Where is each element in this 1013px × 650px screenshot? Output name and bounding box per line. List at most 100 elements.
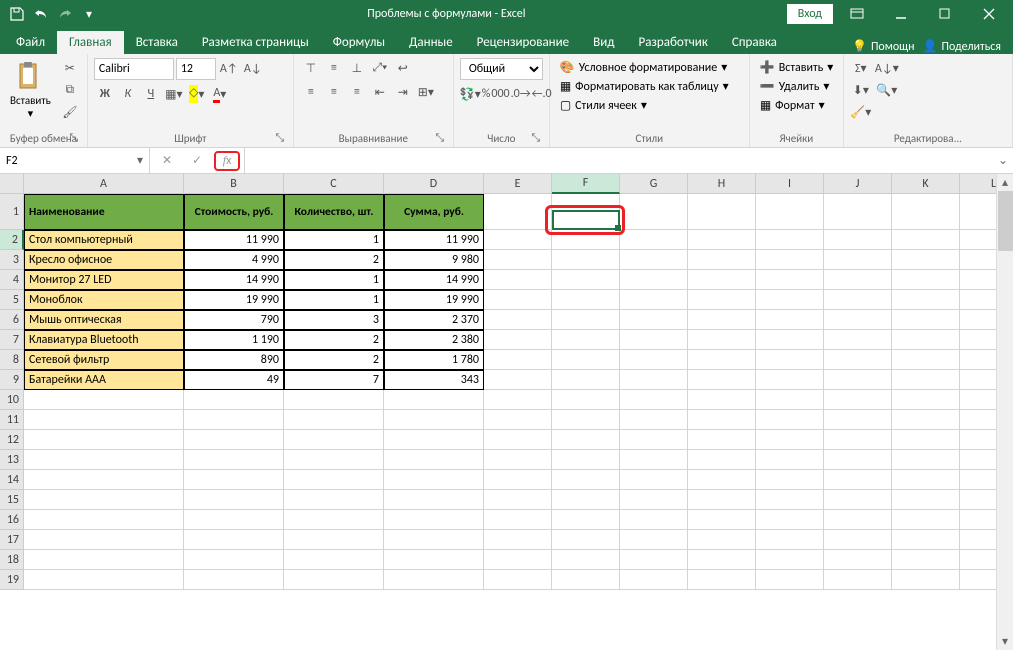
table-cell[interactable]: Сетевой фильтр	[24, 350, 184, 370]
cell[interactable]	[620, 390, 688, 410]
table-cell[interactable]: 3	[284, 310, 384, 330]
table-cell[interactable]: 343	[384, 370, 484, 390]
cell[interactable]	[184, 390, 284, 410]
scroll-up-icon[interactable]: ▴	[997, 174, 1013, 191]
cell[interactable]	[620, 430, 688, 450]
cell[interactable]	[756, 290, 824, 310]
maximize-icon[interactable]	[925, 0, 965, 28]
enter-icon[interactable]: ✓	[184, 151, 210, 171]
cell[interactable]	[24, 430, 184, 450]
cell[interactable]	[24, 510, 184, 530]
insert-cells[interactable]: ➕Вставить▾	[756, 58, 838, 77]
format-cells[interactable]: ▦Формат▾	[756, 96, 838, 115]
cell[interactable]	[892, 270, 960, 290]
cell[interactable]	[824, 370, 892, 390]
cell[interactable]	[184, 510, 284, 530]
cell[interactable]	[824, 390, 892, 410]
decrease-font-icon[interactable]: A↓	[242, 59, 264, 79]
italic-button[interactable]: К	[117, 84, 139, 104]
cell[interactable]	[824, 570, 892, 590]
cell[interactable]	[384, 570, 484, 590]
cell[interactable]	[824, 330, 892, 350]
table-cell[interactable]: Стол компьютерный	[24, 230, 184, 250]
table-cell[interactable]: 2	[284, 350, 384, 370]
col-header[interactable]: K	[892, 174, 960, 194]
qat-customize-icon[interactable]: ▾	[78, 3, 100, 25]
row-header[interactable]: 16	[0, 510, 24, 530]
cell[interactable]	[284, 490, 384, 510]
login-button[interactable]: Вход	[787, 4, 833, 24]
increase-font-icon[interactable]: A↑	[218, 59, 240, 79]
ribbon-display-icon[interactable]	[837, 0, 877, 28]
cell[interactable]	[756, 490, 824, 510]
close-icon[interactable]	[969, 0, 1009, 28]
cell[interactable]	[384, 510, 484, 530]
cell[interactable]	[384, 390, 484, 410]
row-header[interactable]: 17	[0, 530, 24, 550]
cell[interactable]	[756, 390, 824, 410]
cell[interactable]	[484, 290, 552, 310]
table-cell[interactable]: 49	[184, 370, 284, 390]
cell[interactable]	[384, 550, 484, 570]
cell[interactable]	[552, 450, 620, 470]
table-cell[interactable]: 11 990	[184, 230, 284, 250]
name-box[interactable]: F2▾	[0, 148, 150, 173]
cell[interactable]	[24, 550, 184, 570]
tab-разработчик[interactable]: Разработчик	[626, 31, 719, 54]
cell[interactable]	[688, 330, 756, 350]
align-middle-icon[interactable]: ≡	[323, 58, 345, 78]
cell[interactable]	[892, 310, 960, 330]
cell[interactable]	[484, 570, 552, 590]
cell[interactable]	[620, 310, 688, 330]
cell[interactable]	[620, 470, 688, 490]
cell[interactable]	[756, 430, 824, 450]
cell[interactable]	[620, 570, 688, 590]
clear-icon[interactable]: 🧹▾	[850, 102, 872, 122]
cell[interactable]	[484, 550, 552, 570]
delete-cells[interactable]: ➖Удалить▾	[756, 77, 838, 96]
cell[interactable]	[552, 570, 620, 590]
cell[interactable]	[688, 470, 756, 490]
cell[interactable]	[384, 530, 484, 550]
table-cell[interactable]: 1 780	[384, 350, 484, 370]
table-cell[interactable]: 890	[184, 350, 284, 370]
font-color-icon[interactable]: A▾	[209, 84, 231, 104]
row-header[interactable]: 10	[0, 390, 24, 410]
cell[interactable]	[824, 230, 892, 250]
tab-справка[interactable]: Справка	[720, 31, 789, 54]
table-cell[interactable]: Монитор 27 LED	[24, 270, 184, 290]
cell[interactable]	[484, 350, 552, 370]
cell[interactable]	[184, 470, 284, 490]
tab-рецензирование[interactable]: Рецензирование	[465, 31, 581, 54]
minimize-icon[interactable]	[881, 0, 921, 28]
cell[interactable]	[484, 470, 552, 490]
cell[interactable]	[688, 490, 756, 510]
cell[interactable]	[24, 570, 184, 590]
borders-icon[interactable]: ▦▾	[163, 84, 185, 104]
tab-разметка страницы[interactable]: Разметка страницы	[190, 31, 321, 54]
cell[interactable]	[620, 450, 688, 470]
cell[interactable]	[688, 430, 756, 450]
table-header[interactable]: Наименование	[24, 194, 184, 230]
row-header[interactable]: 8	[0, 350, 24, 370]
align-left-icon[interactable]: ≡	[300, 82, 322, 102]
cell[interactable]	[384, 410, 484, 430]
row-header[interactable]: 12	[0, 430, 24, 450]
decrease-indent-icon[interactable]: ⇤	[369, 82, 391, 102]
cell[interactable]	[484, 430, 552, 450]
table-cell[interactable]: Моноблок	[24, 290, 184, 310]
cell[interactable]	[184, 450, 284, 470]
table-cell[interactable]: 19 990	[384, 290, 484, 310]
row-header[interactable]: 4	[0, 270, 24, 290]
cell[interactable]	[892, 450, 960, 470]
row-header[interactable]: 14	[0, 470, 24, 490]
table-cell[interactable]: 7	[284, 370, 384, 390]
cell[interactable]	[484, 250, 552, 270]
cell[interactable]	[892, 510, 960, 530]
col-header[interactable]: B	[184, 174, 284, 194]
table-cell[interactable]: Кресло офисное	[24, 250, 184, 270]
table-cell[interactable]: 19 990	[184, 290, 284, 310]
cell[interactable]	[892, 230, 960, 250]
align-center-icon[interactable]: ≡	[323, 82, 345, 102]
row-header[interactable]: 11	[0, 410, 24, 430]
